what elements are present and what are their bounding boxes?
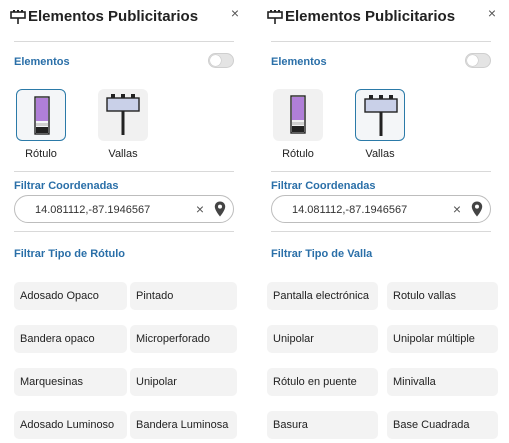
map-pin-icon[interactable] <box>214 201 226 217</box>
filter-option[interactable]: Unipolar <box>267 325 378 353</box>
panel-header: Elementos Publicitarios × <box>6 5 242 28</box>
clear-icon[interactable]: × <box>450 201 464 217</box>
coords-label: Filtrar Coordenadas <box>14 180 119 192</box>
divider <box>14 171 234 172</box>
divider <box>14 41 234 42</box>
filter-option[interactable]: Rotulo vallas <box>387 282 498 310</box>
divider <box>14 231 234 232</box>
clear-icon[interactable]: × <box>193 201 207 217</box>
filter-option[interactable]: Marquesinas <box>14 368 127 396</box>
coords-input[interactable] <box>292 202 442 218</box>
filter-option[interactable]: Rótulo en puente <box>267 368 378 396</box>
panel-title: Elementos Publicitarios <box>28 8 199 25</box>
elements-label: Elementos <box>14 56 70 68</box>
filter-option[interactable]: Microperforado <box>130 325 237 353</box>
filter-option[interactable]: Pintado <box>130 282 237 310</box>
coords-field: × <box>14 195 234 223</box>
elements-toggle[interactable] <box>208 53 234 68</box>
billboard-icon <box>267 10 283 24</box>
filter-option[interactable]: Adosado Opaco <box>14 282 127 310</box>
filter-option[interactable]: Pantalla electrónica <box>267 282 378 310</box>
type-tile-vallas[interactable] <box>98 89 148 141</box>
filter-option[interactable]: Bandera Luminosa <box>130 411 237 439</box>
toggle-knob <box>467 55 478 66</box>
type-caption-vallas: Vallas <box>365 148 395 160</box>
type-caption-rotulo: Rótulo <box>25 148 57 160</box>
coords-label: Filtrar Coordenadas <box>271 180 376 192</box>
filter-option[interactable]: Bandera opaco <box>14 325 127 353</box>
divider <box>271 41 491 42</box>
filter-option[interactable]: Unipolar <box>130 368 237 396</box>
divider <box>271 231 491 232</box>
panel-header: Elementos Publicitarios × <box>263 5 499 28</box>
close-button[interactable]: × <box>485 5 499 21</box>
coords-field: × <box>271 195 491 223</box>
billboard-icon <box>10 10 26 24</box>
panel-title: Elementos Publicitarios <box>285 8 456 25</box>
divider <box>271 171 491 172</box>
filter-option[interactable]: Unipolar múltiple <box>387 325 498 353</box>
rotulo-icon <box>290 95 306 134</box>
rotulo-icon <box>34 96 50 135</box>
filter-type-label: Filtrar Tipo de Valla <box>271 248 373 260</box>
type-tile-vallas[interactable] <box>355 89 405 141</box>
filter-option[interactable]: Base Cuadrada <box>387 411 498 439</box>
filter-option[interactable]: Adosado Luminoso <box>14 411 127 439</box>
close-button[interactable]: × <box>228 5 242 21</box>
toggle-knob <box>210 55 221 66</box>
advertising-panel-valla: Elementos Publicitarios × Elementos Rótu… <box>263 0 499 443</box>
type-caption-rotulo: Rótulo <box>282 148 314 160</box>
advertising-panel-rotulo: Elementos Publicitarios × Elementos Rótu… <box>6 0 242 443</box>
filter-type-label: Filtrar Tipo de Rótulo <box>14 248 126 260</box>
filter-option[interactable]: Basura <box>267 411 378 439</box>
filter-option[interactable]: Minivalla <box>387 368 498 396</box>
type-tile-rotulo[interactable] <box>16 89 66 141</box>
map-pin-icon[interactable] <box>471 201 483 217</box>
type-tile-rotulo[interactable] <box>273 89 323 141</box>
valla-icon <box>364 95 398 136</box>
type-caption-vallas: Vallas <box>108 148 138 160</box>
valla-icon <box>106 94 140 135</box>
coords-input[interactable] <box>35 202 185 218</box>
elements-label: Elementos <box>271 56 327 68</box>
elements-toggle[interactable] <box>465 53 491 68</box>
